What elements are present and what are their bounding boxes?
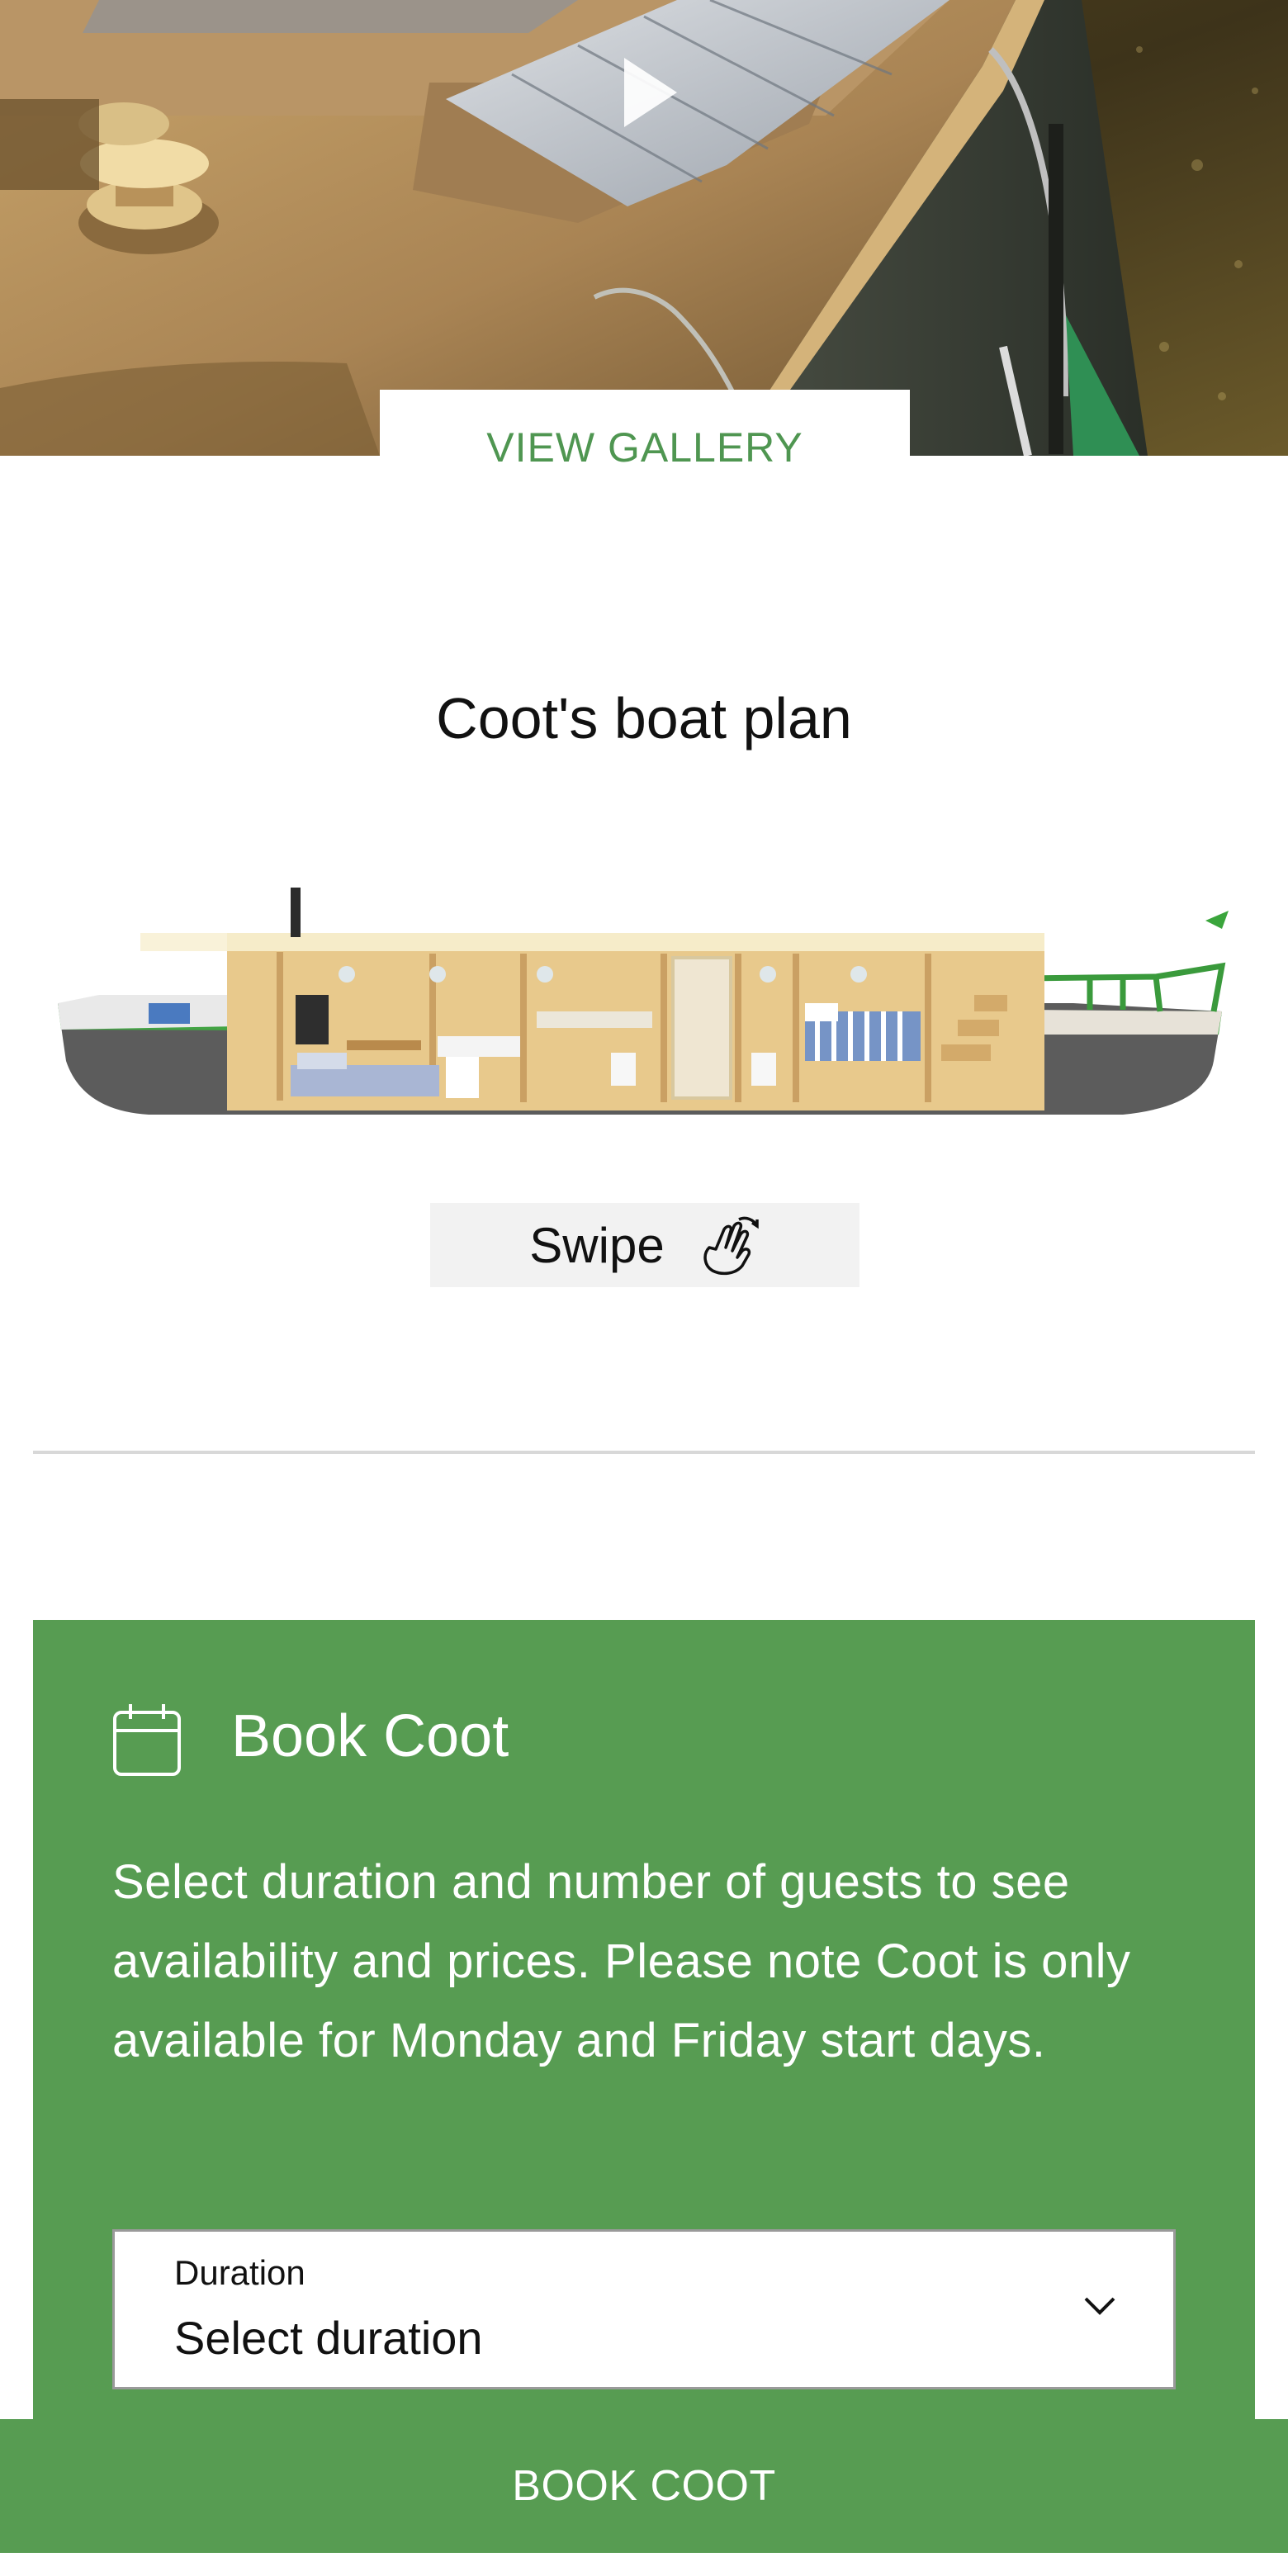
- swipe-label: Swipe: [529, 1217, 665, 1273]
- swipe-hand-icon: [703, 1216, 759, 1276]
- book-coot-button[interactable]: BOOK COOT: [0, 2419, 1288, 2553]
- view-gallery-label: VIEW GALLERY: [486, 424, 803, 471]
- section-divider: [33, 1451, 1255, 1454]
- duration-value: Select duration: [174, 2312, 483, 2364]
- boat-plan-diagram[interactable]: [50, 888, 1255, 1135]
- swipe-hint-button[interactable]: Swipe: [430, 1203, 859, 1287]
- view-gallery-button[interactable]: VIEW GALLERY: [380, 390, 910, 494]
- hero-photo[interactable]: [0, 0, 1288, 456]
- calendar-icon: [113, 1704, 181, 1776]
- booking-description: Select duration and number of guests to …: [112, 1855, 1131, 2067]
- bottom-strip: [0, 2553, 1288, 2576]
- duration-label: Duration: [174, 2253, 305, 2292]
- boat-plan-title: Coot's boat plan: [436, 686, 852, 751]
- boat-cutaway-illustration: [58, 888, 1229, 1115]
- play-icon[interactable]: [621, 54, 680, 130]
- booking-title: Book Coot: [231, 1703, 509, 1769]
- book-coot-label: BOOK COOT: [512, 2462, 776, 2510]
- chevron-down-icon: [1084, 2297, 1115, 2315]
- duration-select[interactable]: Duration Select duration: [112, 2229, 1176, 2389]
